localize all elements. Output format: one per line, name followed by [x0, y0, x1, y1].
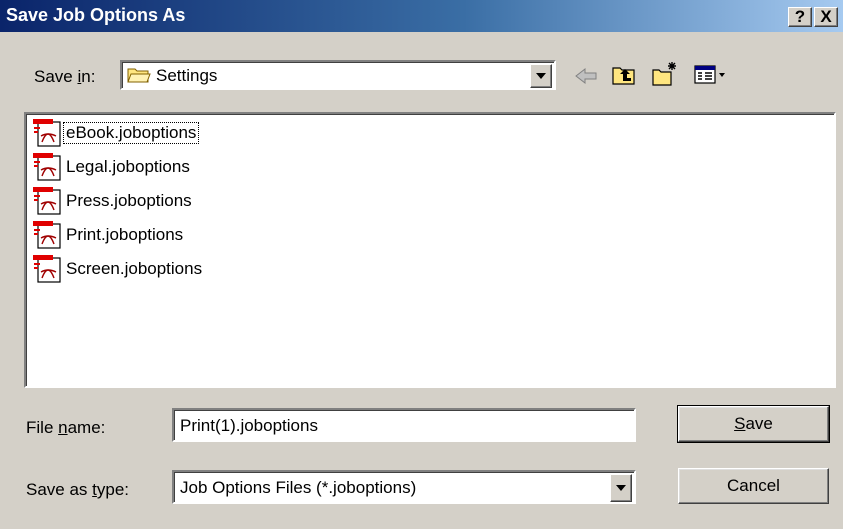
save-in-dropdown-button[interactable] — [530, 64, 552, 88]
back-icon[interactable] — [574, 66, 600, 91]
save-dialog: Save Job Options As ? X Save in: Setting… — [0, 0, 843, 529]
pdf-settings-file-icon — [32, 254, 64, 289]
dialog-title: Save Job Options As — [6, 5, 186, 25]
file-name-text: Screen.joboptions — [66, 259, 203, 278]
up-folder-icon[interactable] — [612, 64, 638, 91]
chevron-down-icon — [536, 73, 546, 79]
file-name-value: Print(1).joboptions — [180, 416, 318, 435]
view-menu-icon[interactable] — [694, 64, 728, 91]
save-as-type-dropdown-button[interactable] — [610, 474, 632, 502]
cancel-button[interactable]: Cancel — [678, 468, 829, 504]
file-name-text: Legal.joboptions — [66, 157, 190, 176]
save-as-type-value: Job Options Files (*.joboptions) — [180, 478, 417, 497]
pdf-settings-file-icon — [32, 118, 64, 153]
file-name-text: eBook.joboptions — [62, 122, 200, 144]
pdf-settings-file-icon — [32, 220, 64, 255]
file-name-text: Print.joboptions — [66, 225, 184, 244]
save-button-label: ave — [745, 414, 773, 433]
file-name-field[interactable]: Print(1).joboptions — [172, 408, 636, 442]
file-name-text: Press.joboptions — [66, 191, 192, 210]
save-in-label: Save in: — [34, 67, 96, 86]
save-as-type-label: Save as type: — [26, 480, 130, 499]
title-bar[interactable]: Save Job Options As ? X — [0, 0, 843, 32]
save-in-combo[interactable]: Settings — [120, 60, 556, 90]
save-in-value: Settings — [156, 66, 218, 85]
save-button[interactable]: Save — [677, 405, 830, 443]
save-button-accel: S — [734, 414, 746, 433]
folder-icon — [127, 66, 151, 89]
file-name-label: File name: — [26, 418, 106, 437]
close-button[interactable]: X — [814, 7, 838, 27]
file-list[interactable]: eBook.joboptions Legal.joboptions Press.… — [24, 112, 836, 388]
save-as-type-combo[interactable]: Job Options Files (*.joboptions) — [172, 470, 636, 504]
chevron-down-icon — [616, 485, 626, 491]
pdf-settings-file-icon — [32, 152, 64, 187]
new-folder-icon[interactable] — [652, 60, 680, 93]
pdf-settings-file-icon — [32, 186, 64, 221]
help-button[interactable]: ? — [788, 7, 812, 27]
